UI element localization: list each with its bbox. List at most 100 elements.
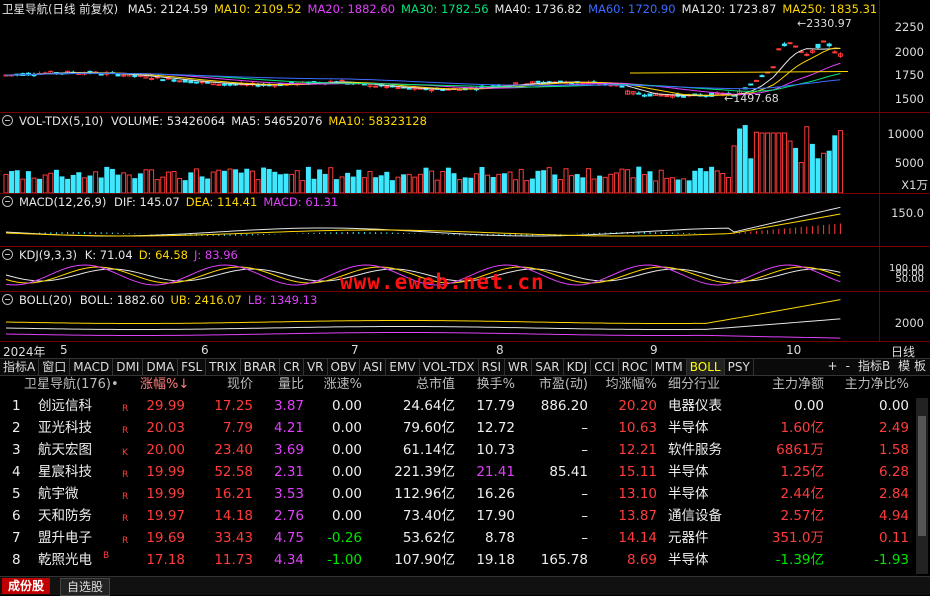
tab-macd[interactable]: MACD: [70, 359, 114, 375]
tab-cci[interactable]: CCI: [591, 359, 619, 375]
tab-trix[interactable]: TRIX: [206, 359, 241, 375]
tab-kdj[interactable]: KDJ: [564, 359, 592, 375]
volume-bar: [37, 178, 43, 193]
volume-bar: [417, 173, 423, 193]
boll-info: BOLL(20) BOLL: 1882.60 UB: 2416.07 LB: 134…: [2, 293, 329, 307]
collapse-icon[interactable]: [2, 115, 13, 126]
volume-bar: [602, 176, 608, 193]
tab-boll[interactable]: BOLL: [686, 359, 725, 375]
collapse-icon[interactable]: [2, 294, 13, 305]
collapse-icon[interactable]: [2, 196, 13, 207]
volume-bar: [378, 175, 384, 193]
column-header[interactable]: 卫星导航(176)•: [24, 375, 144, 395]
tab-brar[interactable]: BRAR: [241, 359, 281, 375]
tab-fsl[interactable]: FSL: [178, 359, 207, 375]
collapse-icon[interactable]: [2, 249, 13, 260]
tab-vr[interactable]: VR: [304, 359, 328, 375]
tab-vol-tdx[interactable]: VOL-TDX: [420, 359, 479, 375]
volume-bar: [261, 167, 267, 193]
volume-bar: [401, 174, 407, 193]
kline-ytick-1: 2000: [894, 45, 924, 59]
right-tab[interactable]: +: [824, 358, 842, 374]
volume-bar: [653, 180, 659, 193]
kline-panel[interactable]: 卫星导航(日线 前复权) MA5: 2124.59 MA10: 2109.52 MA…: [0, 0, 880, 112]
volume-bar: [350, 176, 356, 193]
column-header[interactable]: 换手%: [465, 375, 515, 395]
boll-panel[interactable]: BOLL(20) BOLL: 1882.60 UB: 2416.07 LB: 134…: [0, 292, 880, 341]
cell-pe: –: [581, 530, 588, 546]
volume-bar: [20, 178, 26, 193]
column-header[interactable]: 涨速%: [310, 375, 362, 395]
tab-mtm[interactable]: MTM: [652, 359, 687, 375]
scroll-thumb[interactable]: [918, 416, 926, 536]
volume-bar: [720, 172, 726, 193]
volume-bar: [619, 168, 625, 193]
macd-ytick-0: 150.0: [891, 206, 924, 220]
table-row[interactable]: 3 航天宏图 20.00 23.40 3.69 0.00 61.14亿 10.73–12.21…: [0, 439, 930, 461]
tab-窗口[interactable]: 窗口: [39, 359, 71, 375]
row-number: 8: [12, 552, 21, 568]
cell-avg: 13.87: [618, 508, 657, 524]
tab-asi[interactable]: ASI: [360, 359, 387, 375]
macd-panel[interactable]: MACD(12,26,9) DIF: 145.07 DEA: 114.41 MACD…: [0, 194, 880, 246]
volume-bar: [608, 173, 614, 193]
table-row[interactable]: 5 航宇微 19.99 16.21 3.53 0.00 112.96亿 16.26–13.10…: [0, 483, 930, 505]
volume-panel[interactable]: VOL-TDX(5,10) VOLUME: 53426064 MA5: 54652…: [0, 113, 880, 193]
right-tab[interactable]: 模 板: [894, 358, 930, 374]
volume-bar: [384, 171, 390, 193]
column-header[interactable]: 主力净额: [748, 375, 824, 395]
table-row[interactable]: 8 乾照光电 17.18 11.73 4.34 -1.00 107.90亿 19.18 165.…: [0, 549, 930, 571]
cell-chg: 19.99: [146, 464, 185, 480]
month-label: 8: [496, 343, 504, 357]
volume-bar: [507, 171, 513, 193]
macd-title: MACD(12,26,9): [19, 195, 107, 209]
volume-unit: X1万: [901, 178, 928, 192]
tab-cr[interactable]: CR: [280, 359, 304, 375]
kline-ytick-2: 1750: [894, 68, 924, 82]
tab-obv[interactable]: OBV: [328, 359, 361, 375]
table-row[interactable]: 4 星宸科技 19.99 52.58 2.31 0.00 221.39亿 21.41 85.41…: [0, 461, 930, 483]
tab-roc[interactable]: ROC: [619, 359, 652, 375]
column-header[interactable]: 均涨幅%: [595, 375, 657, 395]
column-header[interactable]: 量比: [258, 375, 304, 395]
tab-dma[interactable]: DMA: [143, 359, 179, 375]
table-row[interactable]: 6 天和防务 19.97 14.18 2.76 0.00 73.40亿 17.90–13.87…: [0, 505, 930, 527]
table-row[interactable]: 1 创远信科 29.99 17.25 3.87 0.00 24.64亿 17.79 886.20…: [0, 395, 930, 417]
right-tab[interactable]: -: [842, 358, 854, 374]
tab-emv[interactable]: EMV: [386, 359, 420, 375]
tab-watchlist[interactable]: 自选股: [60, 578, 111, 596]
kline-ytick-0: 2250: [894, 20, 924, 34]
volume-bar: [535, 170, 541, 193]
volume-bar: [541, 170, 547, 193]
volume-bar: [132, 178, 138, 193]
tab-constituents[interactable]: 成份股: [2, 578, 51, 594]
volume-bar: [776, 132, 782, 193]
volume-bar: [597, 175, 603, 193]
tab-wr[interactable]: WR: [505, 359, 533, 375]
tab-sar[interactable]: SAR: [532, 359, 564, 375]
volume-bar: [3, 173, 9, 193]
column-header[interactable]: 主力净比%: [830, 375, 909, 395]
volume-bar: [473, 173, 479, 193]
column-header[interactable]: 现价: [195, 375, 253, 395]
table-scrollbar[interactable]: [916, 398, 928, 574]
volume-bar: [182, 180, 188, 193]
cell-net: 6861万: [776, 442, 824, 458]
column-header[interactable]: 细分行业: [668, 375, 748, 395]
column-header[interactable]: 市盈(动): [520, 375, 588, 395]
right-tab[interactable]: 指标B: [854, 358, 894, 374]
low-price-value: 1497.68: [733, 92, 779, 105]
cell-pe: 165.78: [540, 552, 588, 568]
volume-bar: [373, 177, 379, 193]
volume-bar: [311, 178, 317, 193]
cell-ind: 半导体: [668, 420, 709, 436]
table-row[interactable]: 7 盟升电子 19.69 33.43 4.75 -0.26 53.62亿 8.78–14.14…: [0, 527, 930, 549]
column-header[interactable]: 总市值: [375, 375, 455, 395]
tab-dmi[interactable]: DMI: [113, 359, 144, 375]
tab-指标a[interactable]: 指标A: [0, 359, 40, 375]
kline-ytick-3: 1500: [894, 92, 924, 106]
tab-rsi[interactable]: RSI: [479, 359, 506, 375]
column-header[interactable]: 涨幅%↓: [140, 375, 189, 395]
table-row[interactable]: 2 亚光科技 20.03 7.79 4.21 0.00 79.60亿 12.72–10.63 半…: [0, 417, 930, 439]
tab-psy[interactable]: PSY: [725, 359, 754, 375]
